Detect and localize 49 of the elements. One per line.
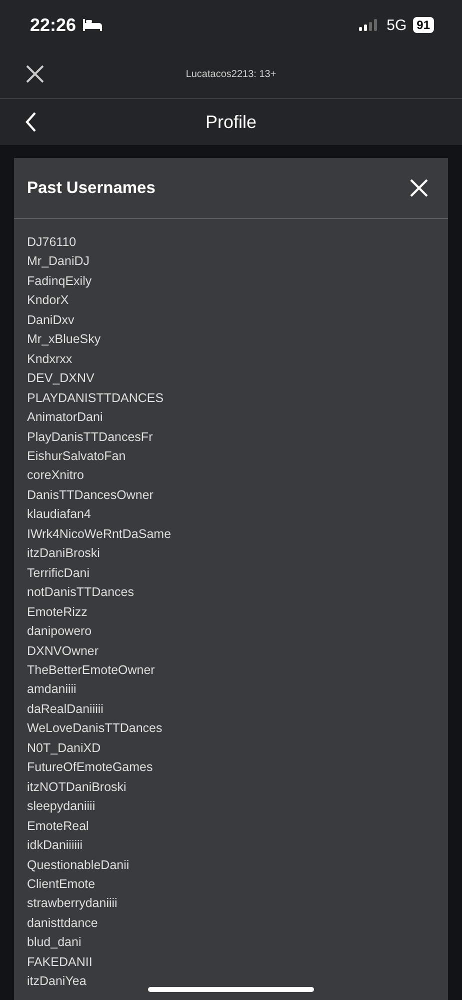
username: EishurSalvatoFan [27, 448, 126, 465]
username: itzNOTDaniBroski [27, 778, 126, 796]
username: notDanisTTDances [27, 584, 134, 602]
page-title: Profile [205, 112, 257, 132]
username: EmoteReal [27, 818, 89, 835]
username: itzDaniYea [27, 973, 86, 990]
username: idkDaniiiiii [27, 837, 83, 854]
username: amdaniiii [27, 681, 76, 698]
username: EmoteRizz [27, 604, 88, 621]
username: KndorX [27, 292, 69, 310]
username: danipowero [27, 623, 92, 640]
username: DXNVOwner [27, 642, 99, 660]
username: daRealDaniiiii [27, 700, 104, 718]
username: coreXnitro [27, 467, 84, 484]
username: Kndxrxx [27, 350, 72, 368]
username: N0T_DaniXD [27, 740, 101, 757]
close-icon[interactable] [25, 64, 45, 84]
username: TerrificDani [27, 564, 90, 582]
username: PlayDanisTTDancesFr [27, 428, 153, 446]
username: Mr_DaniDJ [27, 253, 90, 270]
username: blud_dani [27, 934, 82, 952]
username: DEV_DXNV [27, 370, 94, 388]
username: DJ76110 [27, 234, 76, 251]
username: DaniDxv [27, 312, 74, 329]
username: itzDaniBroski [27, 545, 100, 562]
username: ClientEmote [27, 876, 96, 893]
username: AnimatorDani [27, 409, 103, 426]
username: PLAYDANISTTDANCES [27, 390, 164, 407]
signal-icon [358, 19, 377, 31]
username: sleepydaniiii [27, 798, 96, 816]
battery-indicator: 91 [412, 17, 434, 33]
username: IWrk4NicoWeRntDaSame [27, 526, 172, 543]
back-icon[interactable] [25, 111, 37, 133]
username: QuestionableDanii [27, 856, 130, 874]
username: strawberrydaniiii [27, 895, 118, 912]
username: WeLoveDanisTTDances [27, 720, 162, 738]
dialog-title: Past Usernames [27, 178, 156, 198]
status-time: 22:26 [30, 14, 76, 36]
username: FadinqExily [27, 272, 92, 290]
username: danisttdance [27, 914, 98, 932]
username: FutureOfEmoteGames [27, 759, 153, 776]
username: DanisTTDancesOwner [27, 486, 154, 504]
network-label: 5G [386, 16, 407, 34]
username: klaudiafan4 [27, 506, 91, 524]
username: FAKEDANII [27, 954, 92, 971]
username: Mr_xBlueSky [27, 331, 101, 348]
bed-icon [82, 19, 102, 31]
experience-title: Lucatacos2213: 13+ [186, 68, 276, 80]
username: TheBetterEmoteOwner [27, 662, 155, 679]
